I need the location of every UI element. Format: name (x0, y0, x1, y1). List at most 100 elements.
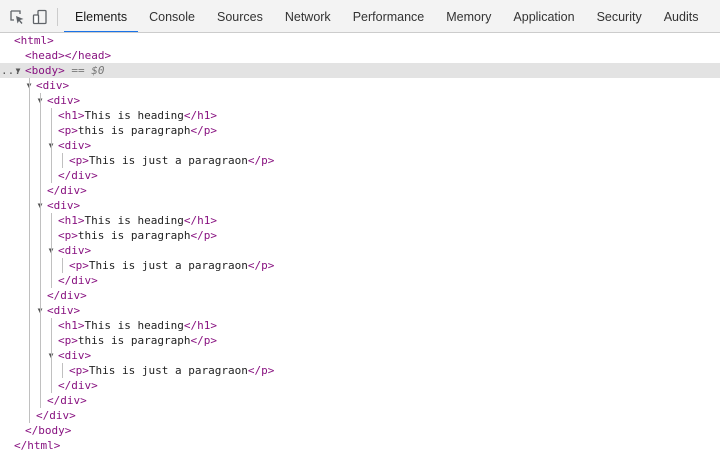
tree-node[interactable]: <p>this is paragraph</p> (0, 123, 720, 138)
node-markup: <h1>This is heading</h1> (58, 318, 217, 333)
selected-node-marker: == $0 (71, 64, 105, 77)
tree-node[interactable]: ▼<div> (0, 138, 720, 153)
tree-node[interactable]: </body> (0, 423, 720, 438)
tree-node[interactable]: ▼<div> (0, 198, 720, 213)
close-tag: </html> (14, 439, 61, 452)
node-markup: <div> (47, 93, 80, 108)
indent-guide (51, 213, 52, 288)
tree-node[interactable]: <head></head> (0, 48, 720, 63)
tree-node[interactable]: ▼<div> (0, 303, 720, 318)
tree-node[interactable]: ▼<div> (0, 243, 720, 258)
node-markup: <p>this is paragraph</p> (58, 228, 217, 243)
tab-memory[interactable]: Memory (435, 0, 502, 32)
tree-node[interactable]: <p>This is just a paragraon</p> (0, 363, 720, 378)
device-toolbar-icon[interactable] (32, 9, 48, 25)
tree-node[interactable]: <h1>This is heading</h1> (0, 318, 720, 333)
tab-audits[interactable]: Audits (653, 0, 710, 32)
node-markup: <div> (58, 348, 91, 363)
tree-node[interactable]: ▼<div> (0, 78, 720, 93)
toolbar-separator (57, 8, 58, 26)
node-markup: <div> (47, 303, 80, 318)
indent-guide (62, 153, 63, 168)
close-tag: </div> (47, 184, 87, 197)
node-markup: <p>This is just a paragraon</p> (69, 153, 274, 168)
node-markup: <html> (14, 33, 54, 48)
node-markup: </html> (14, 438, 60, 453)
tab-elements[interactable]: Elements (64, 0, 139, 32)
node-markup: <h1>This is heading</h1> (58, 213, 217, 228)
open-tag: <body> (25, 64, 65, 77)
node-markup: <div> (58, 243, 91, 258)
open-tag: <p> (58, 334, 78, 347)
node-markup: <div> (36, 78, 69, 93)
close-tag: </div> (47, 289, 87, 302)
open-tag: <div> (58, 139, 92, 152)
tree-node[interactable]: </div> (0, 288, 720, 303)
tree-node[interactable]: </div> (0, 183, 720, 198)
text-content: This is heading (84, 109, 184, 122)
tree-node[interactable]: ▼<div> (0, 93, 720, 108)
tree-node[interactable]: ▼<div> (0, 348, 720, 363)
text-content: This is heading (84, 214, 184, 227)
tree-node[interactable]: <h1>This is heading</h1> (0, 108, 720, 123)
node-markup: <p>This is just a paragraon</p> (69, 258, 274, 273)
tab-sources[interactable]: Sources (206, 0, 274, 32)
expand-triangle-icon[interactable]: ▼ (13, 63, 23, 78)
close-tag: </div> (36, 409, 76, 422)
node-markup: <div> (58, 138, 91, 153)
indent-guide (62, 258, 63, 273)
node-markup: </div> (58, 273, 98, 288)
open-tag: <h1> (58, 319, 85, 332)
tree-node[interactable]: <p>This is just a paragraon</p> (0, 258, 720, 273)
open-tag: <html> (14, 34, 54, 47)
node-markup: <p>this is paragraph</p> (58, 333, 217, 348)
open-tag: <head> (25, 49, 65, 62)
node-markup: </div> (36, 408, 76, 423)
close-tag: </p> (190, 229, 217, 242)
tree-node[interactable]: <html> (0, 33, 720, 48)
open-tag: <div> (36, 79, 70, 92)
node-markup: </div> (47, 183, 87, 198)
tab-network[interactable]: Network (274, 0, 342, 32)
node-markup: </body> (25, 423, 71, 438)
devtools-toolbar: Elements Console Sources Network Performance… (0, 0, 720, 33)
tree-node[interactable]: <p>this is paragraph</p> (0, 228, 720, 243)
text-content: this is paragraph (77, 124, 191, 137)
tab-application[interactable]: Application (502, 0, 585, 32)
tab-performance[interactable]: Performance (342, 0, 436, 32)
tree-node[interactable]: <h1>This is heading</h1> (0, 213, 720, 228)
open-tag: <p> (58, 124, 78, 137)
inspect-element-icon[interactable] (9, 9, 25, 25)
node-markup: </div> (47, 288, 87, 303)
tree-node[interactable]: </div> (0, 408, 720, 423)
tab-security[interactable]: Security (586, 0, 653, 32)
close-tag: </div> (58, 274, 98, 287)
indent-guide (51, 108, 52, 183)
tree-node[interactable]: </div> (0, 168, 720, 183)
close-tag: </div> (47, 394, 87, 407)
tree-node-selected[interactable]: ... ▼ <body> == $0 (0, 63, 720, 78)
tree-node[interactable]: <p>This is just a paragraon</p> (0, 153, 720, 168)
text-content: this is paragraph (77, 229, 191, 242)
tree-node[interactable]: </div> (0, 273, 720, 288)
text-content: This is heading (84, 319, 184, 332)
open-tag: <div> (58, 244, 92, 257)
node-markup: <body> == $0 (25, 63, 105, 78)
devtools-tabs: Elements Console Sources Network Performance… (64, 0, 720, 32)
close-tag: </p> (247, 364, 275, 377)
close-tag: </h1> (183, 319, 217, 332)
close-tag: </p> (190, 124, 217, 137)
text-content: this is paragraph (77, 334, 191, 347)
indent-guide (51, 318, 52, 393)
node-markup: <h1>This is heading</h1> (58, 108, 217, 123)
tree-node[interactable]: </div> (0, 378, 720, 393)
elements-tree: <html><head></head>...▼<body> == $0▼<div… (0, 33, 720, 462)
tab-console[interactable]: Console (138, 0, 206, 32)
open-tag: <div> (47, 199, 81, 212)
node-markup: <div> (47, 198, 80, 213)
tree-node[interactable]: </html> (0, 438, 720, 453)
node-markup: </div> (47, 393, 87, 408)
tab-adblock[interactable]: Adblock (709, 0, 720, 32)
tree-node[interactable]: </div> (0, 393, 720, 408)
tree-node[interactable]: <p>this is paragraph</p> (0, 333, 720, 348)
